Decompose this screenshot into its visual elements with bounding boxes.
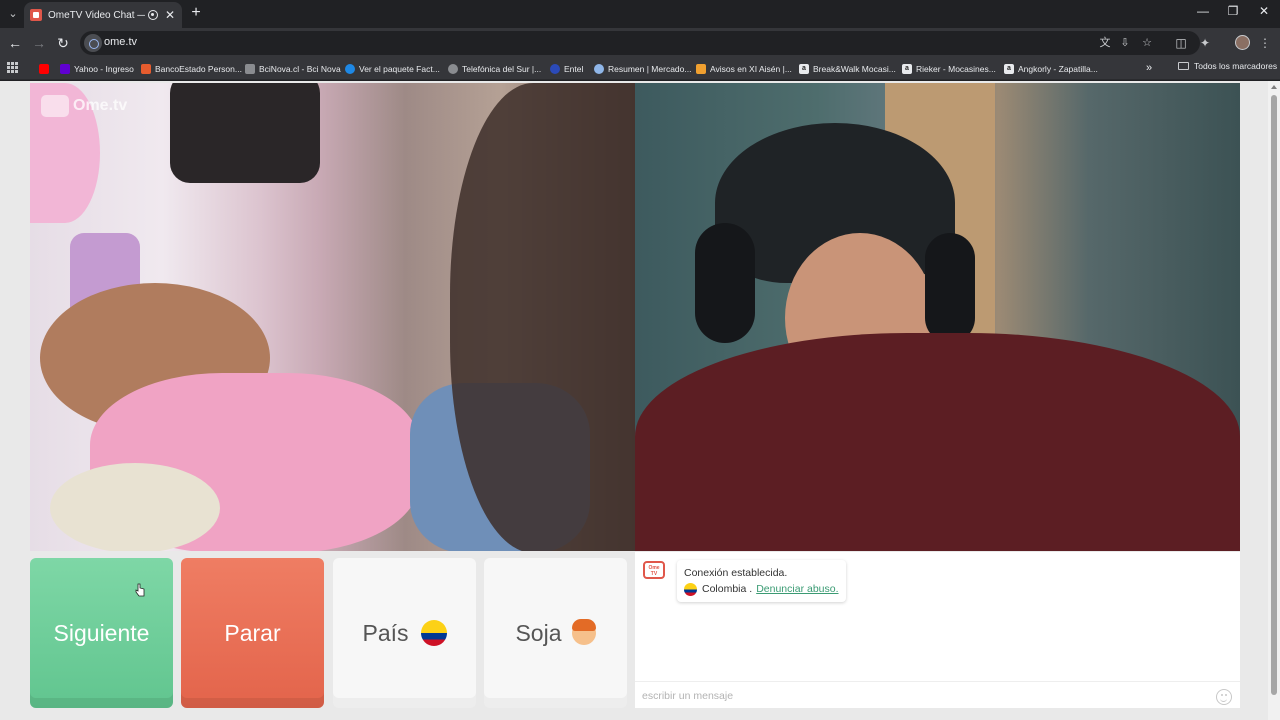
page-scrollbar[interactable] [1268,81,1280,720]
profile-avatar[interactable] [1235,35,1250,50]
self-video [635,83,1240,551]
url-text: ome.tv [104,36,138,48]
stop-button-label: Parar [224,619,281,646]
tab-title: OmeTV Video Chat — Alte [48,9,145,21]
folder-icon [1178,62,1189,70]
colombia-flag-icon [684,582,697,596]
back-button[interactable]: ← [6,34,24,52]
chat-panel: Ome TV Conexión establecida. Colombia . … [635,551,1240,708]
gender-button-label: Soja [515,619,562,646]
bookmark-label: BciNova.cl - Bci Nova [259,64,341,74]
scroll-up-arrow-icon[interactable] [1271,85,1277,89]
bookmark-label: Entel [564,64,584,74]
mercadolibre-icon [594,64,604,74]
bookmark-label: Angkorly - Zapatilla... [1018,64,1098,74]
country-filter-button[interactable]: País [333,558,476,708]
recording-indicator-icon [148,10,158,20]
watermark-text: Ome.tv [73,97,128,114]
stranger-video: Ome.tv [30,83,635,551]
bookmark-star-icon[interactable]: ☆ [1139,35,1155,51]
bookmark-label: Ver el paquete Fact... [359,64,440,74]
menu-kebab-icon[interactable]: ⋮ [1256,34,1274,52]
all-bookmarks-label: Todos los marcadores [1194,61,1278,71]
boy-face-icon [571,619,596,645]
bookmark-label: Resumen | Mercado... [608,64,692,74]
install-app-icon[interactable]: ⇩ [1117,35,1133,51]
bookmark-label: Rieker - Mocasines... [916,64,996,74]
reload-button[interactable]: ↻ [54,34,72,52]
bookmark-label: Telefónica del Sur |... [462,64,542,74]
apps-grid-icon[interactable] [7,62,19,74]
bookmark-label: Yahoo - Ingreso [74,64,134,74]
bookmark-avisos[interactable]: Avisos en XI Aisén |... [696,61,792,77]
amazon-icon: a [799,64,809,74]
translate-icon[interactable]: 文 [1097,35,1113,51]
amazon-icon: a [902,64,912,74]
emoji-smiley-icon[interactable] [1216,689,1232,705]
message-input-bar [635,681,1240,709]
system-message: Conexión establecida. Colombia . Denunci… [677,560,846,602]
close-window-icon[interactable]: ✕ [1249,4,1279,18]
connection-status: Conexión establecida. [684,567,788,579]
hand-cursor-icon [135,583,145,597]
tab-strip: ⌄ OmeTV Video Chat — Alte ✕ + — ❐ ✕ [0,0,1280,28]
bookmark-rieker[interactable]: a Rieker - Mocasines... [902,61,996,77]
bookmark-yahoo[interactable]: Yahoo - Ingreso [60,61,134,77]
extension-icon[interactable]: ◫ [1172,34,1190,52]
report-abuse-link[interactable]: Denunciar abuso. [756,581,838,597]
youtube-icon [39,64,49,74]
ometv-watermark: Ome.tv [41,95,127,117]
ometv-logo-icon [41,95,69,117]
new-tab-button[interactable]: + [188,5,204,21]
divider [1214,34,1220,52]
bookmark-angkorly[interactable]: a Angkorly - Zapatilla... [1004,61,1098,77]
chat-logo-text: Ome TV [648,565,660,577]
bookmarks-bar: Yahoo - Ingreso BancoEstado Person... Bc… [0,58,1280,80]
extensions-puzzle-icon[interactable]: ✦ [1196,34,1214,52]
bookmark-telefonica[interactable]: Telefónica del Sur |... [448,61,541,77]
more-bookmarks-chevron-icon[interactable]: » [1146,62,1152,74]
next-button-label: Siguiente [53,619,150,646]
bancoestado-icon [141,64,151,74]
minimize-icon[interactable]: — [1188,4,1218,18]
browser-toolbar: ← → ↻ ome.tv 文 ⇩ ☆ ◫ ✦ ⋮ [0,28,1280,58]
stranger-country: Colombia . [702,583,753,595]
ometv-logo-icon: Ome TV [643,561,665,579]
page-icon [245,64,255,74]
scroll-thumb[interactable] [1271,95,1277,695]
colombia-flag-icon [420,620,447,646]
bookmark-breakwalk[interactable]: a Break&Walk Mocasi... [799,61,896,77]
amazon-icon: a [1004,64,1014,74]
active-tab[interactable]: OmeTV Video Chat — Alte ✕ [24,2,182,28]
avisos-icon [696,64,706,74]
site-info-icon[interactable] [84,34,102,52]
gender-filter-button[interactable]: Soja [484,558,627,708]
message-input[interactable] [642,688,1202,704]
stop-button[interactable]: Parar [181,558,324,708]
all-bookmarks-folder[interactable]: Todos los marcadores [1178,61,1277,71]
bookmark-entel[interactable]: Entel [550,61,583,77]
bookmark-label: Break&Walk Mocasi... [813,64,896,74]
entel-icon [550,64,560,74]
ometv-favicon-icon [30,9,42,21]
bookmark-youtube[interactable] [39,61,53,77]
globe-icon [345,64,355,74]
yahoo-icon [60,64,70,74]
bookmark-label: Avisos en XI Aisén |... [710,64,792,74]
chat-controls: Siguiente Parar País Soja [30,558,627,708]
bookmark-label: BancoEstado Person... [155,64,242,74]
country-button-label: País [362,619,409,646]
forward-button[interactable]: → [30,34,48,52]
bookmark-bcinova[interactable]: BciNova.cl - Bci Nova [245,61,341,77]
ometv-page: Ome.tv Siguiente Parar País Soja Ome TV … [0,81,1280,720]
next-button[interactable]: Siguiente [30,558,173,708]
bookmark-bancoestado[interactable]: BancoEstado Person... [141,61,242,77]
bookmark-mercado[interactable]: Resumen | Mercado... [594,61,691,77]
bookmark-paquete[interactable]: Ver el paquete Fact... [345,61,440,77]
close-tab-icon[interactable]: ✕ [164,8,176,22]
tab-search-chevron-icon[interactable]: ⌄ [4,5,22,23]
restore-icon[interactable]: ❐ [1218,4,1248,18]
address-bar[interactable]: ome.tv 文 ⇩ ☆ [80,31,1200,55]
globe-icon [448,64,458,74]
